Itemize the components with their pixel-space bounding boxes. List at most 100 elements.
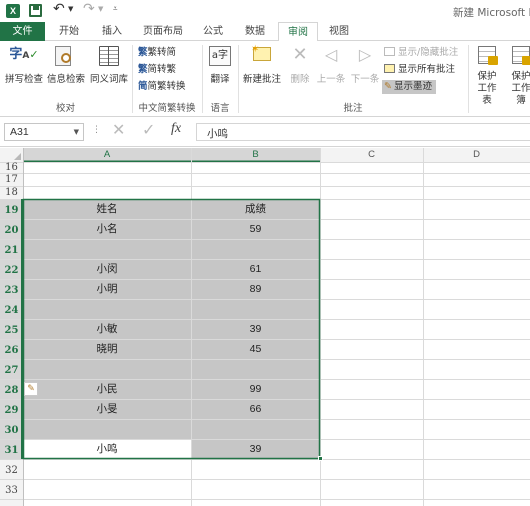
trad-to-simp-button[interactable]: 繁繁转简 (138, 46, 176, 60)
cell-a[interactable]: 晓明 (23, 339, 191, 359)
delete-comment-button[interactable]: ✕ 删除 (286, 44, 314, 86)
cell-a[interactable]: 小明 (23, 279, 191, 299)
cell-b[interactable] (191, 173, 320, 186)
cell-a[interactable]: 小闵 (23, 259, 191, 279)
research-button[interactable]: 信息检索 (44, 44, 88, 86)
row-header[interactable]: 18 (0, 186, 23, 199)
row-header[interactable]: 17 (0, 173, 23, 186)
row-header[interactable]: 16 (0, 162, 23, 173)
customize-qat-icon[interactable]: ⩡ (113, 4, 118, 14)
previous-comment-button[interactable]: ◁ 上一条 (314, 44, 348, 86)
column-header-c[interactable]: C (320, 148, 423, 162)
row-header[interactable]: 27 (0, 359, 23, 379)
cell-a[interactable] (23, 186, 191, 199)
cell-a[interactable]: 小旻 (23, 399, 191, 419)
cell-a[interactable] (23, 299, 191, 319)
cell-b[interactable]: 45 (191, 339, 320, 359)
name-box-dropdown-icon[interactable]: ▼ (74, 128, 79, 136)
next-comment-button[interactable]: ▷ 下一条 (348, 44, 382, 86)
cancel-icon[interactable]: ✕ (112, 120, 125, 139)
cell-a[interactable] (23, 479, 191, 499)
show-hide-comment-button[interactable]: 显示/隐藏批注 (384, 46, 458, 60)
row-header[interactable]: 24 (0, 299, 23, 319)
row-header[interactable]: 32 (0, 459, 23, 479)
row-header[interactable]: 19 (0, 199, 23, 219)
cell-a[interactable] (23, 239, 191, 259)
translate-button[interactable]: a字 翻译 (205, 44, 235, 86)
cell-b[interactable]: 99 (191, 379, 320, 399)
redo-dropdown-icon[interactable]: ▼ (98, 5, 103, 13)
cell-a[interactable]: 小民 (23, 379, 191, 399)
cell-a[interactable] (23, 173, 191, 186)
cell-a[interactable] (23, 162, 191, 173)
cell-b[interactable]: 66 (191, 399, 320, 419)
show-ink-button[interactable]: ✎ 显示墨迹 (382, 80, 436, 94)
group-label-chinese: 中文简繁转换 (138, 103, 196, 114)
show-all-comments-button[interactable]: 显示所有批注 (384, 63, 455, 77)
cell-a[interactable]: 小名 (23, 219, 191, 239)
cell-b[interactable] (191, 162, 320, 173)
cell-b[interactable] (191, 479, 320, 499)
row-header[interactable]: 20 (0, 219, 23, 239)
undo-icon[interactable]: ↶ (53, 1, 65, 17)
tab-formulas[interactable]: 公式 (195, 22, 231, 41)
cell-b[interactable]: 39 (191, 319, 320, 339)
new-comment-button[interactable]: ✶ 新建批注 (240, 44, 284, 86)
protect-workbook-button[interactable]: 保护工作簿 (504, 44, 530, 107)
cell-b[interactable]: 成绩 (191, 199, 320, 219)
cell-a[interactable] (23, 419, 191, 439)
row-header[interactable]: 30 (0, 419, 23, 439)
redo-icon[interactable]: ↷ (83, 1, 95, 17)
tab-review[interactable]: 审阅 (278, 22, 318, 42)
tab-data[interactable]: 数据 (237, 22, 273, 41)
fill-handle[interactable] (318, 456, 323, 461)
column-header-b[interactable]: B (191, 148, 320, 162)
row-header[interactable]: 25 (0, 319, 23, 339)
tab-home[interactable]: 开始 (50, 22, 88, 41)
cell-b[interactable] (191, 299, 320, 319)
cell-b[interactable]: 59 (191, 219, 320, 239)
cell-b[interactable]: 61 (191, 259, 320, 279)
column-header-d[interactable]: D (423, 148, 530, 162)
cell-b[interactable]: 89 (191, 279, 320, 299)
cell-a[interactable]: 姓名 (23, 199, 191, 219)
row-header[interactable]: 23 (0, 279, 23, 299)
tab-view[interactable]: 视图 (321, 22, 357, 41)
tab-insert[interactable]: 插入 (93, 22, 131, 41)
row-header[interactable]: 28 (0, 379, 23, 399)
enter-icon[interactable]: ✓ (142, 120, 155, 139)
cell-b[interactable] (191, 419, 320, 439)
cell-b[interactable] (191, 459, 320, 479)
insert-function-icon[interactable]: fx (171, 121, 181, 137)
save-icon[interactable] (29, 4, 42, 17)
row-header[interactable]: 26 (0, 339, 23, 359)
column-header-a[interactable]: A (23, 148, 191, 162)
quick-analysis-icon[interactable]: ✎ (24, 382, 38, 396)
simp-to-trad-button[interactable]: 繁简转繁 (138, 63, 176, 77)
row-header[interactable]: 21 (0, 239, 23, 259)
formula-input[interactable]: 小鸣 (196, 123, 530, 141)
cell-b[interactable] (191, 239, 320, 259)
row-header[interactable]: 29 (0, 399, 23, 419)
protect-sheet-button[interactable]: 保护工作表 (470, 44, 504, 107)
row-header[interactable]: 31 (0, 439, 23, 459)
cell-b[interactable] (191, 359, 320, 379)
spelling-button[interactable]: 字A✓ 拼写检查 (3, 44, 45, 86)
row-header[interactable]: 22 (0, 259, 23, 279)
cell-a[interactable]: 小敏 (23, 319, 191, 339)
cell-b[interactable] (191, 186, 320, 199)
thesaurus-button[interactable]: 同义词库 (87, 44, 131, 86)
cell-a[interactable]: 小鸣 (23, 439, 191, 459)
convert-button[interactable]: 简简繁转换 (138, 80, 186, 94)
select-all-corner[interactable] (0, 148, 23, 162)
worksheet-grid[interactable]: A B C D 16 17 18 19 姓名 成绩 20 小名 59 21 22 小闵 61 23 小明 89… (0, 148, 530, 506)
tab-page-layout[interactable]: 页面布局 (137, 22, 189, 41)
cell-b[interactable]: 39 (191, 439, 320, 459)
row-header[interactable]: 33 (0, 479, 23, 499)
name-box[interactable]: A31 ▼ (4, 123, 84, 141)
undo-dropdown-icon[interactable]: ▼ (68, 5, 73, 13)
cell-a[interactable] (23, 359, 191, 379)
translate-icon: a字 (205, 44, 235, 68)
cell-a[interactable] (23, 459, 191, 479)
tab-file[interactable]: 文件 (0, 22, 45, 41)
